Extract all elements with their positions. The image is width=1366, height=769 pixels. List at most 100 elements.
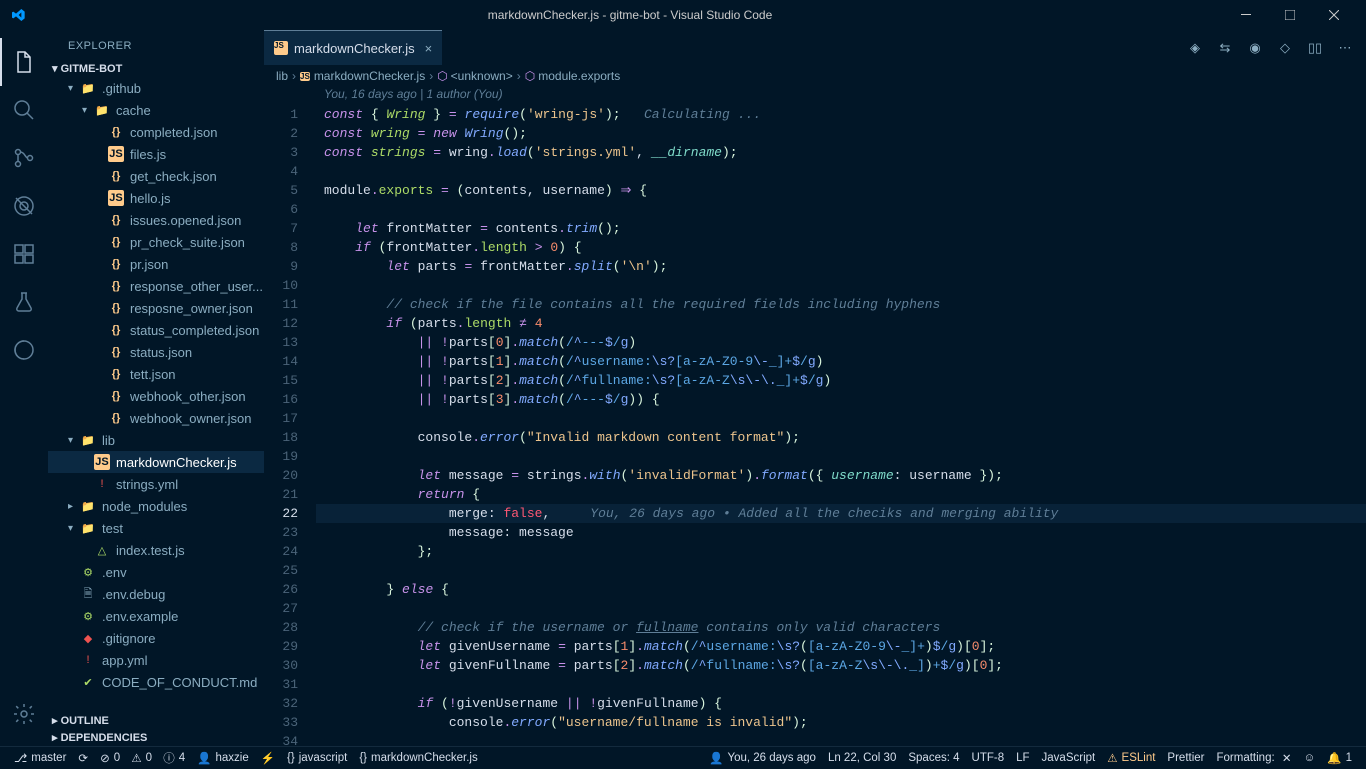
activity-debug[interactable]	[0, 182, 48, 230]
tree-item[interactable]: hello.js	[48, 187, 264, 209]
activity-search[interactable]	[0, 86, 48, 134]
line-numbers: 1234567891011121314151617181920212223242…	[264, 105, 316, 746]
tree-item[interactable]: resposne_owner.json	[48, 297, 264, 319]
tree-item[interactable]: 🗎.env.debug	[48, 583, 264, 605]
more-icon[interactable]: ⋯	[1336, 39, 1354, 57]
tree-item[interactable]: ✔CODE_OF_CONDUCT.md	[48, 671, 264, 693]
sb-lang-icon[interactable]: {}javascript	[281, 747, 353, 769]
close-icon[interactable]: ×	[425, 41, 433, 56]
tree-item[interactable]: status.json	[48, 341, 264, 363]
tree-item[interactable]: issues.opened.json	[48, 209, 264, 231]
sb-file[interactable]: {}markdownChecker.js	[353, 747, 483, 769]
tree-item[interactable]: webhook_owner.json	[48, 407, 264, 429]
sb-encoding[interactable]: UTF-8	[966, 747, 1011, 769]
sync-icon: ⟳	[78, 751, 88, 765]
section-outline[interactable]: ▸ OUTLINE	[48, 712, 264, 729]
source-code[interactable]: const { Wring } = require('wring-js'); C…	[316, 105, 1366, 746]
gitlens-icon[interactable]: ◈	[1186, 39, 1204, 57]
activity-extensions[interactable]	[0, 230, 48, 278]
tree-item[interactable]: ◆.gitignore	[48, 627, 264, 649]
tree-item[interactable]: ▾📁.github	[48, 77, 264, 99]
tree-item[interactable]: tett.json	[48, 363, 264, 385]
sb-liveshare[interactable]: 👤haxzie	[191, 747, 255, 769]
tree-item[interactable]: completed.json	[48, 121, 264, 143]
editor-tabs: markdownChecker.js × ◈ ⇆ ◉ ◇ ▯▯ ⋯	[264, 30, 1366, 65]
activity-explorer[interactable]	[0, 38, 48, 86]
reveal-icon[interactable]: ◉	[1246, 39, 1264, 57]
app-logo-icon	[10, 7, 26, 23]
tree-item[interactable]: webhook_other.json	[48, 385, 264, 407]
tree-item[interactable]: ⚙.env	[48, 561, 264, 583]
bracket-icon: {}	[287, 752, 295, 764]
sidebar: EXPLORER ▾ GITME-BOT ▾📁.github▾📁cachecom…	[48, 30, 264, 746]
sb-indent[interactable]: Spaces: 4	[902, 747, 965, 769]
breadcrumb[interactable]: lib› markdownChecker.js› ⬡<unknown>› ⬡mo…	[264, 65, 1366, 87]
tree-item[interactable]: ▾📁test	[48, 517, 264, 539]
tree-item[interactable]: ▸📁node_modules	[48, 495, 264, 517]
sb-mode[interactable]: JavaScript	[1036, 747, 1102, 769]
sb-gitlens[interactable]: 👤You, 26 days ago	[703, 747, 822, 769]
warning-icon: ⚠	[131, 751, 141, 765]
activity-settings[interactable]	[0, 690, 48, 738]
minimize-button[interactable]	[1224, 0, 1268, 30]
tree-item[interactable]: response_other_user...	[48, 275, 264, 297]
bolt-icon: ⚡	[261, 751, 275, 765]
tree-item[interactable]: status_completed.json	[48, 319, 264, 341]
tree-item[interactable]: files.js	[48, 143, 264, 165]
tree-item[interactable]: pr.json	[48, 253, 264, 275]
tree-item[interactable]: ▾📁cache	[48, 99, 264, 121]
js-icon	[274, 41, 288, 55]
close-button[interactable]	[1312, 0, 1356, 30]
maximize-button[interactable]	[1268, 0, 1312, 30]
sb-problems[interactable]: ⊘0 ⚠0 ⓘ4	[94, 747, 191, 769]
tree-item[interactable]: markdownChecker.js	[48, 451, 264, 473]
error-icon: ⊘	[100, 751, 110, 765]
activity-scm[interactable]	[0, 134, 48, 182]
gitlens-codelens[interactable]: You, 16 days ago | 1 author (You)	[264, 87, 1366, 105]
diff-icon[interactable]: ◇	[1276, 39, 1294, 57]
section-deps[interactable]: ▸ DEPENDENCIES	[48, 729, 264, 746]
tree-item[interactable]: ⚙.env.example	[48, 605, 264, 627]
smiley-icon: ☺	[1304, 752, 1316, 764]
person-icon: 👤	[197, 751, 211, 765]
sb-sync[interactable]: ⟳	[72, 747, 94, 769]
js-icon	[300, 72, 310, 81]
tree-item[interactable]: !app.yml	[48, 649, 264, 671]
activity-gitlens[interactable]	[0, 326, 48, 374]
compare-icon[interactable]: ⇆	[1216, 39, 1234, 57]
sidebar-title: EXPLORER	[48, 30, 264, 60]
editor-area: markdownChecker.js × ◈ ⇆ ◉ ◇ ▯▯ ⋯ lib› m…	[264, 30, 1366, 746]
bracket-icon: {}	[359, 752, 367, 764]
activity-test[interactable]	[0, 278, 48, 326]
file-tree[interactable]: ▾📁.github▾📁cachecompleted.jsonfiles.jsge…	[48, 77, 264, 712]
tree-item[interactable]: get_check.json	[48, 165, 264, 187]
window-controls	[1224, 0, 1356, 30]
sb-quokka[interactable]: ⚡	[255, 747, 281, 769]
sb-eol[interactable]: LF	[1010, 747, 1035, 769]
bell-icon: 🔔	[1327, 751, 1341, 765]
split-icon[interactable]: ▯▯	[1306, 39, 1324, 57]
person-icon: 👤	[709, 751, 723, 765]
tree-item[interactable]: ▾📁lib	[48, 429, 264, 451]
tab-label: markdownChecker.js	[294, 41, 415, 56]
sb-lncol[interactable]: Ln 22, Col 30	[822, 747, 902, 769]
tree-item[interactable]: !strings.yml	[48, 473, 264, 495]
statusbar: ⎇master ⟳ ⊘0 ⚠0 ⓘ4 👤haxzie ⚡ {}javascrip…	[0, 746, 1366, 768]
branch-icon: ⎇	[14, 751, 27, 765]
editor-actions: ◈ ⇆ ◉ ◇ ▯▯ ⋯	[1186, 39, 1366, 57]
sb-branch[interactable]: ⎇master	[8, 747, 72, 769]
tree-item[interactable]: △index.test.js	[48, 539, 264, 561]
info-icon: ⓘ	[163, 750, 175, 766]
section-root[interactable]: ▾ GITME-BOT	[48, 60, 264, 77]
window-title: markdownChecker.js - gitme-bot - Visual …	[36, 8, 1224, 22]
sb-notifications[interactable]: 🔔1	[1321, 747, 1358, 769]
sb-eslint[interactable]: ⚠ESLint	[1101, 747, 1161, 769]
tab-markdownchecker[interactable]: markdownChecker.js ×	[264, 30, 442, 65]
warning-icon: ⚠	[1107, 751, 1117, 765]
activity-bar	[0, 30, 48, 746]
titlebar: markdownChecker.js - gitme-bot - Visual …	[0, 0, 1366, 30]
tree-item[interactable]: pr_check_suite.json	[48, 231, 264, 253]
sb-prettier[interactable]: Prettier	[1161, 747, 1210, 769]
sb-feedback[interactable]: ☺	[1298, 747, 1322, 769]
sb-format[interactable]: Formatting: ✕	[1211, 747, 1298, 769]
